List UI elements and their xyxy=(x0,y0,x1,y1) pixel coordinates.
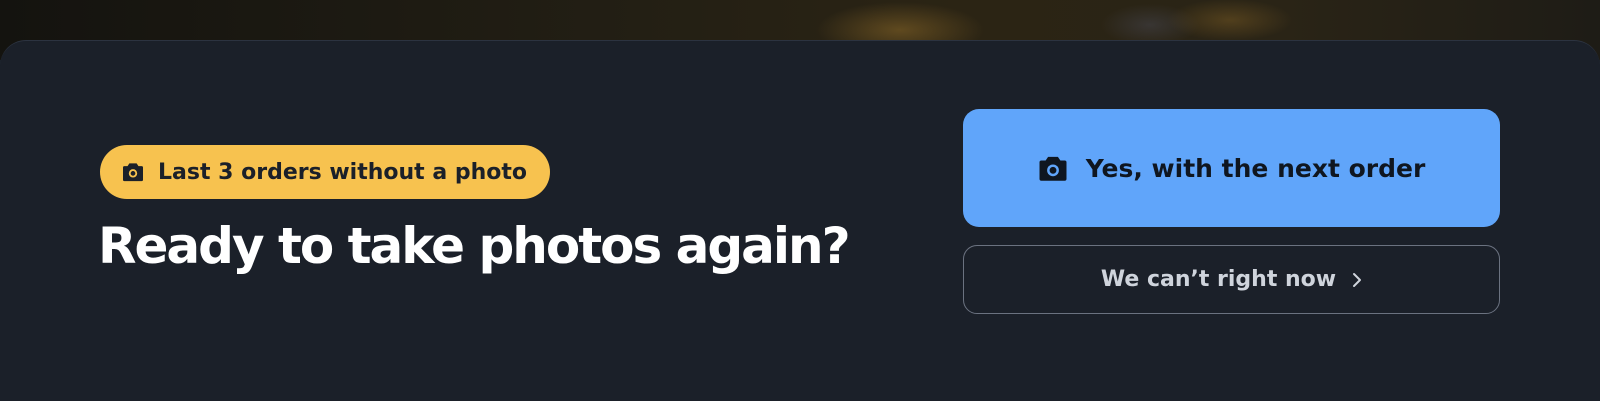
page-title: Ready to take photos again? xyxy=(98,217,851,275)
primary-button-label: Yes, with the next order xyxy=(1085,153,1426,183)
photo-reminder-card: Last 3 orders without a photo Ready to t… xyxy=(0,40,1600,401)
status-badge: Last 3 orders without a photo xyxy=(100,145,550,199)
camera-icon xyxy=(1038,155,1068,182)
secondary-button-label: We can’t right now xyxy=(1100,267,1337,292)
camera-icon xyxy=(122,162,144,182)
chevron-right-icon xyxy=(1352,272,1362,288)
badge-label: Last 3 orders without a photo xyxy=(158,159,527,185)
take-photo-next-order-button[interactable]: Yes, with the next order xyxy=(963,109,1500,227)
decline-button[interactable]: We can’t right now xyxy=(963,245,1500,314)
